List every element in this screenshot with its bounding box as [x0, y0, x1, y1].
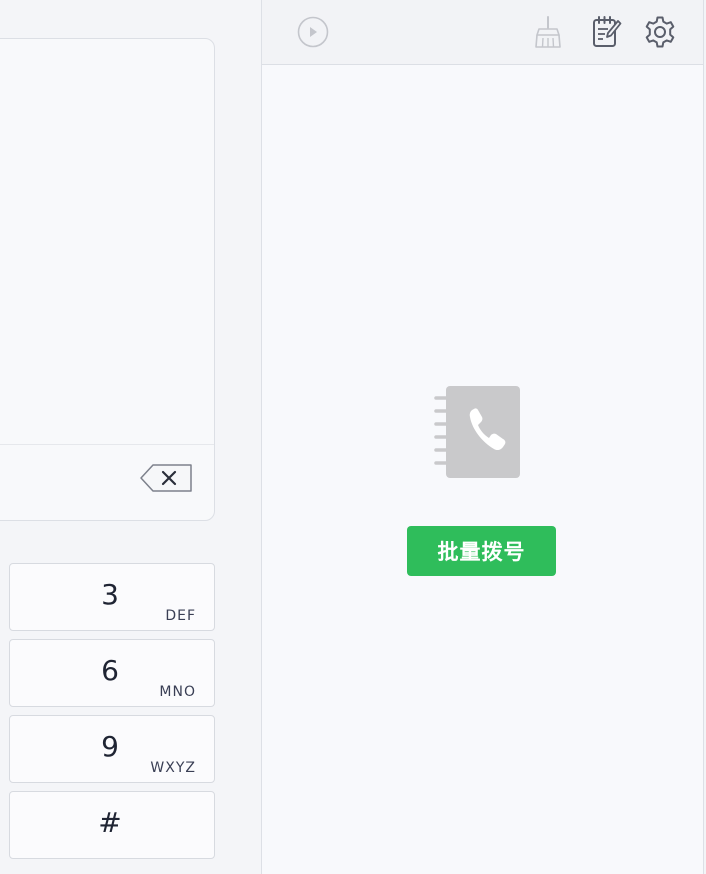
- broom-icon: [535, 16, 561, 48]
- key-9[interactable]: 9 WXYZ: [9, 715, 215, 783]
- gear-icon: [645, 16, 675, 48]
- key-digit: 6: [101, 654, 119, 687]
- contacts-book-icon: [434, 386, 520, 478]
- backspace-icon: [140, 464, 192, 492]
- play-icon: [297, 16, 329, 48]
- key-digit: 3: [101, 578, 119, 611]
- key-digit: #: [98, 806, 122, 839]
- toolbar: [262, 0, 703, 65]
- notes-button[interactable]: [587, 14, 623, 50]
- number-display[interactable]: [0, 38, 215, 521]
- key-6[interactable]: 6 MNO: [9, 639, 215, 707]
- settings-button[interactable]: [642, 14, 678, 50]
- notepad-icon: [593, 16, 622, 47]
- key-hash[interactable]: #: [9, 791, 215, 859]
- key-letters: WXYZ: [150, 760, 196, 776]
- key-letters: DEF: [165, 608, 196, 624]
- call-panel: 批量拨号: [261, 0, 704, 874]
- backspace-button[interactable]: [139, 463, 193, 493]
- display-divider: [0, 444, 214, 445]
- dialer-panel: 3 DEF 6 MNO 9 WXYZ #: [0, 0, 261, 874]
- key-3[interactable]: 3 DEF: [9, 563, 215, 631]
- play-button[interactable]: [295, 14, 331, 50]
- key-letters: MNO: [159, 684, 196, 700]
- clear-button[interactable]: [530, 14, 566, 50]
- batch-dial-button[interactable]: 批量拨号: [407, 526, 556, 576]
- key-digit: 9: [101, 730, 119, 763]
